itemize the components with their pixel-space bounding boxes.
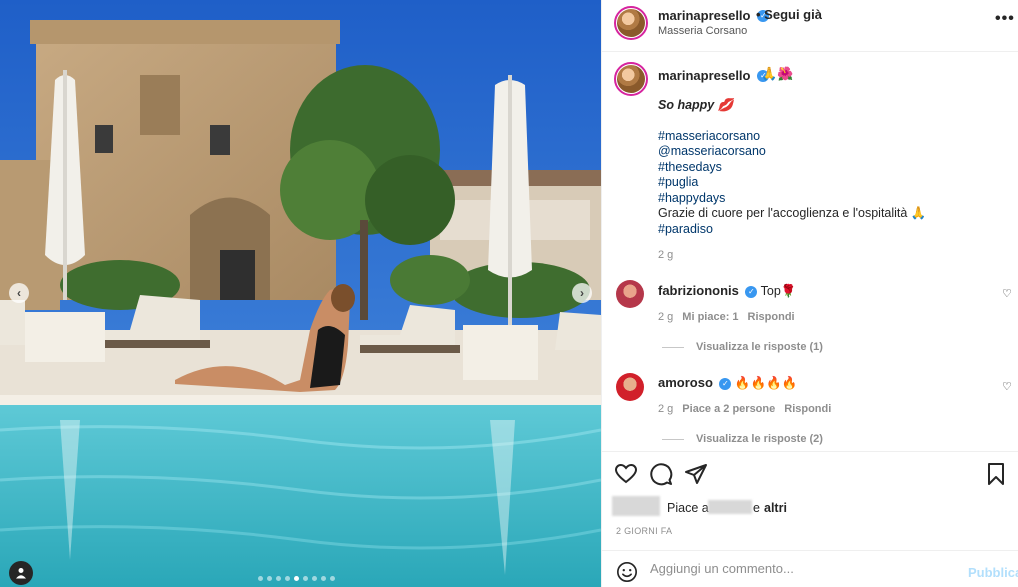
liker-avatars — [612, 496, 660, 516]
comment-text: 🔥🔥🔥🔥 — [734, 376, 798, 390]
caption-text: So happy 💋 #masseriacorsano @masseriacor… — [658, 98, 926, 237]
comment-time: 2 g — [658, 311, 674, 323]
comment-avatar[interactable] — [616, 280, 644, 308]
comment-like-icon[interactable]: ♡ — [1002, 380, 1012, 393]
photo-scene — [0, 0, 601, 587]
carousel-dot — [312, 576, 317, 581]
comment-username[interactable]: fabriziononis — [658, 283, 739, 298]
verified-icon: ✓ — [719, 377, 732, 390]
hashtag-link[interactable]: #happydays — [658, 191, 926, 207]
carousel-dot — [276, 576, 281, 581]
follow-button[interactable]: • Segui già — [756, 7, 822, 22]
comment-time: 2 g — [658, 403, 674, 415]
author-name-row: marinapresello ✓ — [658, 7, 770, 23]
author-avatar[interactable] — [614, 6, 648, 40]
comment-row: amoroso ✓ 🔥🔥🔥🔥 — [658, 375, 797, 391]
reply-button[interactable]: Rispondi — [784, 403, 831, 415]
author-username[interactable]: marinapresello — [658, 8, 751, 23]
caption-line: Grazie di cuore per l'accoglienza e l'os… — [658, 206, 927, 220]
carousel-dot — [267, 576, 272, 581]
share-icon[interactable] — [684, 462, 708, 486]
carousel-next-button[interactable]: › — [572, 283, 592, 303]
verified-icon: ✓ — [745, 285, 758, 298]
hashtag-link[interactable]: #thesedays — [658, 160, 926, 176]
comment-like-icon[interactable]: ♡ — [1002, 287, 1012, 300]
reply-button[interactable]: Rispondi — [748, 311, 795, 323]
hashtag-link[interactable]: #paradiso — [658, 222, 926, 238]
heart-icon[interactable] — [614, 462, 638, 486]
caption-username[interactable]: marinapresello — [658, 68, 751, 83]
comment-likes[interactable]: Piace a 2 persone — [682, 403, 775, 415]
comment-likes[interactable]: Mi piace: 1 — [682, 311, 738, 323]
likes-others[interactable]: altri — [764, 501, 787, 515]
action-bar — [602, 451, 1018, 491]
post-date: 2 GIORNI FA — [616, 526, 673, 536]
carousel-dot — [330, 576, 335, 581]
carousel-dots — [258, 576, 335, 581]
bookmark-icon[interactable] — [984, 462, 1008, 486]
caption-avatar[interactable] — [614, 62, 648, 96]
comment-input[interactable] — [650, 561, 950, 576]
post-panel: marinapresello ✓ • Segui già Masseria Co… — [601, 0, 1018, 587]
mention-link[interactable]: @masseriacorsano — [658, 144, 926, 160]
post-header: marinapresello ✓ • Segui già Masseria Co… — [602, 0, 1018, 52]
view-replies-button[interactable]: Visualizza le risposte (1) — [662, 341, 823, 353]
caption-name-row: marinapresello ✓ — [658, 67, 770, 83]
comment-meta: 2 g Mi piace: 1 Rispondi — [658, 311, 795, 323]
caption-emoji: 🙏🌺 — [761, 66, 794, 81]
view-replies-label: Visualizza le risposte (1) — [696, 341, 823, 353]
carousel-dot — [294, 576, 299, 581]
comment-text: Top🌹 — [760, 284, 797, 298]
user-tag-icon[interactable] — [9, 561, 33, 585]
view-replies-label: Visualizza le risposte (2) — [696, 433, 823, 445]
caption-line: So happy 💋 — [658, 98, 734, 112]
post-photo[interactable]: ‹ › — [0, 0, 601, 587]
likes-suffix: e — [753, 501, 760, 515]
liker-name[interactable] — [708, 500, 752, 514]
carousel-dot — [258, 576, 263, 581]
carousel-dot — [285, 576, 290, 581]
comment-meta: 2 g Piace a 2 persone Rispondi — [658, 403, 831, 415]
hashtag-link[interactable]: #masseriacorsano — [658, 129, 926, 145]
likes-prefix: Piace a — [667, 501, 709, 515]
view-replies-button[interactable]: Visualizza le risposte (2) — [662, 433, 823, 445]
hashtag-link[interactable]: #puglia — [658, 175, 926, 191]
emoji-icon[interactable] — [616, 561, 638, 583]
caption-time: 2 g — [658, 249, 674, 261]
location-link[interactable]: Masseria Corsano — [658, 25, 747, 37]
publish-button[interactable]: Pubblica — [968, 565, 1018, 580]
likes-summary: Piace a e altri — [612, 496, 1012, 518]
carousel-prev-button[interactable]: ‹ — [9, 283, 29, 303]
comment-username[interactable]: amoroso — [658, 375, 713, 390]
add-comment-bar: Pubblica — [602, 550, 1018, 587]
comment-row: fabriziononis ✓ Top🌹 — [658, 283, 796, 299]
comment-avatar[interactable] — [616, 373, 644, 401]
more-options-icon[interactable]: ••• — [995, 10, 1015, 28]
carousel-dot — [321, 576, 326, 581]
comment-icon[interactable] — [649, 462, 673, 486]
carousel-dot — [303, 576, 308, 581]
